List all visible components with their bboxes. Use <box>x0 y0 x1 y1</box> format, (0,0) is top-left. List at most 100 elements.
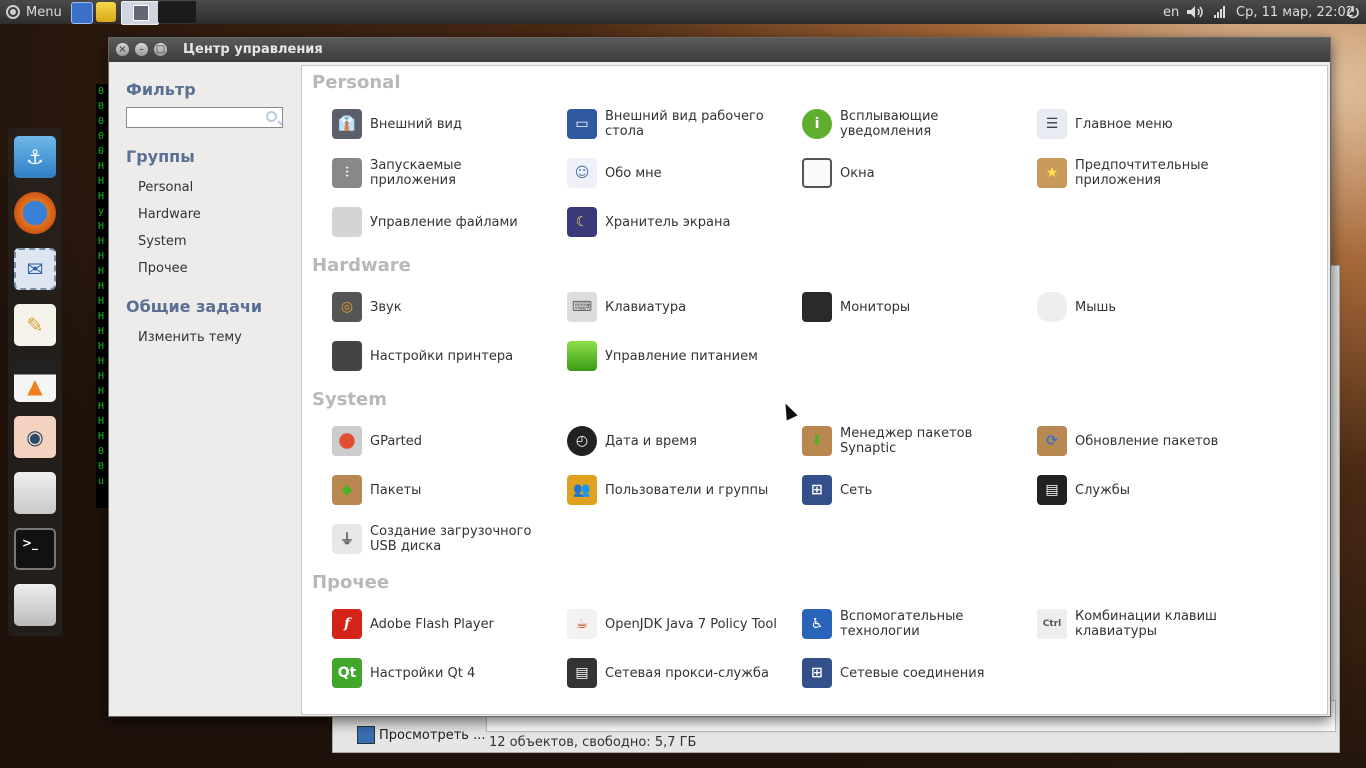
applet-flash-player[interactable]: f Adobe Flash Player <box>312 604 542 644</box>
applet-monitors[interactable]: Мониторы <box>782 287 1012 327</box>
applet-label: Настройки Qt 4 <box>370 665 476 681</box>
applet-label: Обо мне <box>605 165 662 181</box>
section-title-hardware: Hardware <box>312 255 411 276</box>
applet-packages[interactable]: ◆ Пакеты <box>312 470 542 510</box>
section-title-other: Прочее <box>312 572 390 593</box>
applet-label: Звук <box>370 299 402 315</box>
applet-services[interactable]: ▤ Службы <box>1017 470 1247 510</box>
view-button-label: Просмотреть ... <box>379 727 486 743</box>
file-cabinet-icon[interactable] <box>14 472 56 514</box>
applet-startup-apps[interactable]: ⫶ Запускаемые приложения <box>312 153 542 193</box>
terminal-char: H <box>98 281 105 292</box>
usb-icon: ⏚ <box>332 524 362 554</box>
applet-main-menu[interactable]: ☰ Главное меню <box>1017 104 1247 144</box>
applet-windows[interactable]: Окна <box>782 153 1012 193</box>
task-change-theme[interactable]: Изменить тему <box>138 330 242 345</box>
flash-icon: f <box>332 609 362 639</box>
terminal-icon[interactable]: >_ <box>14 528 56 570</box>
applet-network[interactable]: ⊞ Сеть <box>782 470 1012 510</box>
search-input[interactable] <box>130 110 259 127</box>
firefox-icon[interactable] <box>14 192 56 234</box>
applet-accessibility[interactable]: ♿ Вспомогательные технологии <box>782 604 1012 644</box>
applet-label: GParted <box>370 433 422 449</box>
text-editor-icon[interactable]: ✎ <box>14 304 56 346</box>
applet-power[interactable]: Управление питанием <box>547 336 777 376</box>
titlebar: × – □ Центр управления <box>109 38 1330 62</box>
desktop-launcher-icon[interactable] <box>71 2 93 24</box>
terminal-char: H <box>98 401 105 412</box>
applet-usb-creator[interactable]: ⏚ Создание загрузочного USB диска <box>312 519 542 559</box>
minimize-icon[interactable]: – <box>135 43 148 56</box>
cone-glyph: ▲ <box>27 374 43 398</box>
applet-preferred-apps[interactable]: ★ Предпочтительные приложения <box>1017 153 1247 193</box>
applet-printer[interactable]: Настройки принтера <box>312 336 542 376</box>
applet-synaptic[interactable]: ⬇ Менеджер пакетов Synaptic <box>782 421 1012 461</box>
group-link-hardware[interactable]: Hardware <box>138 207 201 222</box>
network-connections-icon: ⊞ <box>802 658 832 688</box>
terminal-char: H <box>98 221 105 232</box>
applet-date-time[interactable]: ◴ Дата и время <box>547 421 777 461</box>
applet-file-management[interactable]: Управление файлами <box>312 202 542 242</box>
taskbar-item-terminal[interactable] <box>158 1 196 23</box>
taskbar-item-control-center[interactable] <box>121 1 159 25</box>
applet-keyboard-shortcuts[interactable]: Ctrl Комбинации клавиш клавиатуры <box>1017 604 1247 644</box>
anchor-glyph: ⚓ <box>26 145 44 169</box>
accessibility-icon: ♿ <box>802 609 832 639</box>
terminal-char: 0 <box>98 86 105 97</box>
terminal-char: H <box>98 356 105 367</box>
group-link-personal[interactable]: Personal <box>138 180 193 195</box>
applet-appearance[interactable]: 👔 Внешний вид <box>312 104 542 144</box>
applet-gparted[interactable]: GParted <box>312 421 542 461</box>
applet-notifications[interactable]: i Всплывающие уведомления <box>782 104 1012 144</box>
anchor-icon[interactable]: ⚓ <box>14 136 56 178</box>
applet-update[interactable]: ⟳ Обновление пакетов <box>1017 421 1247 461</box>
applet-label: Клавиатура <box>605 299 687 315</box>
keyboard-layout-label: en <box>1163 4 1180 20</box>
terminal-char: H <box>98 251 105 262</box>
terminal-char: H <box>98 386 105 397</box>
clock-label: Ср, 11 мар, 22:02 <box>1236 4 1355 20</box>
file-manager-status: 12 объектов, свободно: 5,7 ГБ <box>489 735 697 750</box>
terminal-char: H <box>98 341 105 352</box>
network-signal-icon[interactable] <box>1213 0 1227 24</box>
volume-icon[interactable] <box>1186 0 1204 24</box>
battery-icon <box>567 341 597 371</box>
appearance-icon: 👔 <box>332 109 362 139</box>
section-title-personal: Personal <box>312 72 401 93</box>
close-icon[interactable]: × <box>116 43 129 56</box>
search-icon[interactable] <box>266 111 277 122</box>
clock[interactable]: Ср, 11 мар, 22:02 <box>1236 0 1354 24</box>
eye-icon[interactable]: ◉ <box>14 416 56 458</box>
thunderbird-icon[interactable]: ✉ <box>14 248 56 290</box>
applet-label: Запускаемые приложения <box>370 158 462 188</box>
group-link-other[interactable]: Прочее <box>138 261 188 276</box>
applet-label: Adobe Flash Player <box>370 616 494 632</box>
applet-qt4[interactable]: Qt Настройки Qt 4 <box>312 653 542 693</box>
keyboard-layout[interactable]: en <box>1163 0 1179 24</box>
power-icon[interactable] <box>1346 0 1360 24</box>
applet-keyboard[interactable]: ⌨ Клавиатура <box>547 287 777 327</box>
applet-sound[interactable]: ◎ Звук <box>312 287 542 327</box>
shortcut-keys-icon: Ctrl <box>1037 609 1067 639</box>
applet-mouse[interactable]: Мышь <box>1017 287 1247 327</box>
window-title: Центр управления <box>183 42 323 57</box>
applet-about-me[interactable]: ☺ Обо мне <box>547 153 777 193</box>
applet-network-connections[interactable]: ⊞ Сетевые соединения <box>782 653 1012 693</box>
vlc-icon[interactable]: ▲ <box>14 360 56 402</box>
applet-java-policy[interactable]: ☕ OpenJDK Java 7 Policy Tool <box>547 604 777 644</box>
applet-screensaver[interactable]: ☾ Хранитель экрана <box>547 202 777 242</box>
proxy-server-icon: ▤ <box>567 658 597 688</box>
applet-label: Создание загрузочного USB диска <box>370 524 532 554</box>
menu-button[interactable]: Menu <box>6 3 62 21</box>
applet-label: Дата и время <box>605 433 697 449</box>
applet-network-proxy[interactable]: ▤ Сетевая прокси-служба <box>547 653 777 693</box>
menu-label: Menu <box>26 4 62 20</box>
applet-desktop-appearance[interactable]: ▭ Внешний вид рабочего стола <box>547 104 777 144</box>
view-button[interactable]: Просмотреть ... <box>357 726 485 744</box>
group-link-system[interactable]: System <box>138 234 186 249</box>
applet-users-groups[interactable]: 👥 Пользователи и группы <box>547 470 777 510</box>
folder-launcher-icon[interactable] <box>96 2 116 22</box>
mixer-icon[interactable] <box>14 584 56 626</box>
maximize-icon[interactable]: □ <box>154 43 167 56</box>
terminal-char: H <box>98 296 105 307</box>
